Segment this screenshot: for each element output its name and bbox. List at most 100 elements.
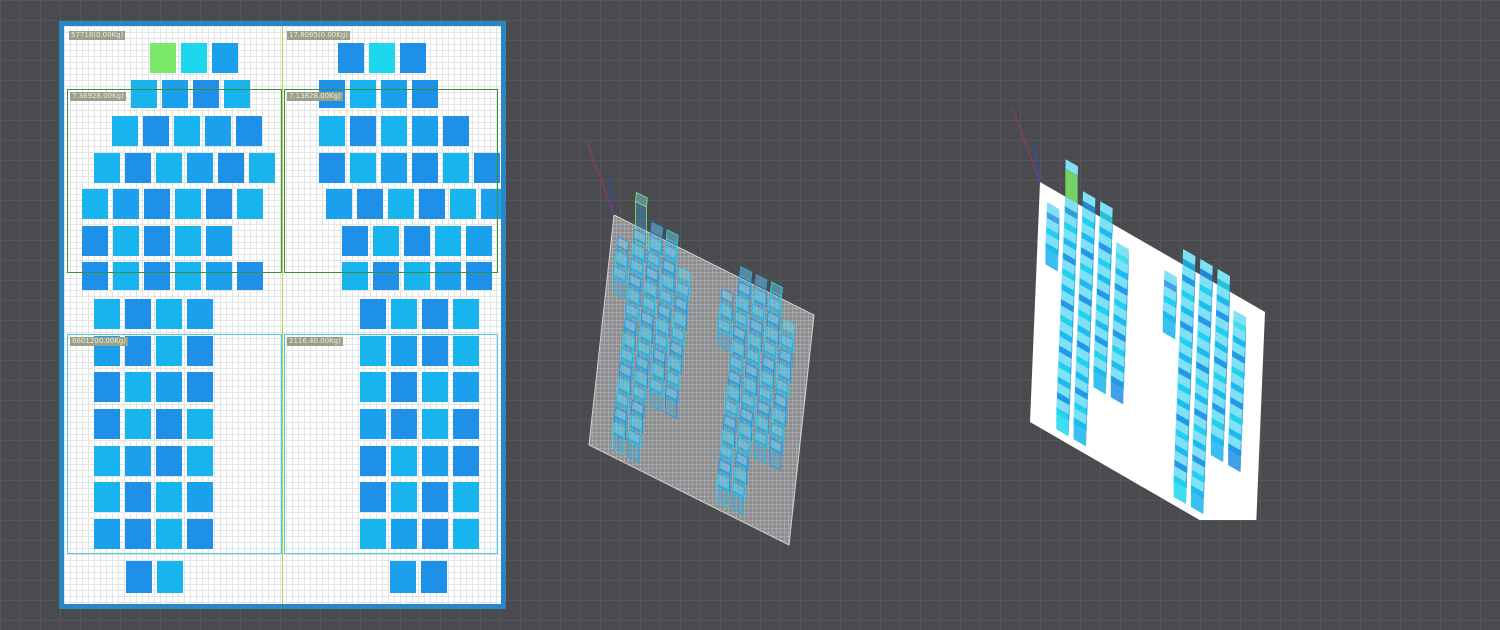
pressure-cell (391, 446, 417, 476)
pressure-cell (360, 519, 386, 549)
pressure-cell (412, 80, 438, 108)
pressure-cell (443, 116, 469, 146)
pressure-cell (412, 116, 438, 146)
pressure-cell (187, 409, 213, 439)
pressure-cell (187, 482, 213, 512)
pressure-cell (435, 262, 461, 290)
pressure-cell (319, 116, 345, 146)
solid-canvas (1011, 106, 1265, 520)
pressure-cell (94, 482, 120, 512)
pressure-cell (94, 372, 120, 402)
pressure-bar (717, 317, 731, 352)
pressure-cell (474, 153, 500, 183)
pressure-cell (143, 116, 169, 146)
pressure-cell (381, 153, 407, 183)
pressure-cell (218, 153, 244, 183)
pressure-cell (156, 299, 182, 329)
pressure-cell (175, 262, 201, 290)
pressure-bar (612, 421, 626, 456)
axis-z-line (585, 139, 615, 216)
pressure-cell (206, 226, 232, 256)
axis-y-line (607, 174, 615, 216)
pressure-cell (435, 226, 461, 256)
pressure-cell (391, 482, 417, 512)
pressure-cell (126, 561, 152, 593)
pressure-cell (481, 189, 501, 219)
pressure-cell (422, 299, 448, 329)
pressure-cell (187, 519, 213, 549)
pressure-cell (187, 336, 213, 366)
pressure-cell (112, 116, 138, 146)
pressure-bar (665, 385, 678, 419)
pressure-cell (156, 409, 182, 439)
pressure-cell (326, 189, 352, 219)
pressure-3d-wireframe-view[interactable] (560, 120, 1040, 570)
pressure-cell (391, 372, 417, 402)
pressure-cell (391, 519, 417, 549)
pressure-cell (236, 116, 262, 146)
pressure-cell (422, 372, 448, 402)
pressure-cell (175, 189, 201, 219)
pressure-cell (125, 409, 151, 439)
pressure-cell (82, 226, 108, 256)
pressure-cell (453, 409, 479, 439)
pressure-cell (360, 299, 386, 329)
pressure-cell (422, 446, 448, 476)
pressure-cell (350, 80, 376, 108)
pressure-cell (187, 446, 213, 476)
pressure-cell (187, 299, 213, 329)
pressure-cell (156, 519, 182, 549)
pressure-cell (156, 482, 182, 512)
pressure-bar (732, 481, 745, 516)
pressure-cell (206, 262, 232, 290)
pressure-cell (422, 409, 448, 439)
pressure-bar (716, 473, 730, 508)
pressure-cell (125, 482, 151, 512)
pressure-cell (181, 43, 207, 73)
pressure-cell (94, 446, 120, 476)
pressure-cell (453, 446, 479, 476)
pressure-cell (237, 262, 263, 290)
pressure-cell (400, 43, 426, 73)
pressure-cell (350, 116, 376, 146)
pressure-cell (156, 446, 182, 476)
pressure-cell (125, 372, 151, 402)
pressure-cell (422, 519, 448, 549)
pressure-cell (144, 189, 170, 219)
pressure-cell (404, 262, 430, 290)
pressure-cell (342, 226, 368, 256)
pressure-cell (187, 153, 213, 183)
pressure-cell (113, 226, 139, 256)
pressure-cell (125, 519, 151, 549)
pressure-cell (388, 189, 414, 219)
pressure-cell (224, 80, 250, 108)
pressure-cell (404, 226, 430, 256)
pressure-cell (113, 262, 139, 290)
pressure-cell (174, 116, 200, 146)
pressure-bar (753, 429, 767, 464)
pressure-cell (131, 80, 157, 108)
pressure-cell (453, 372, 479, 402)
pressure-bar (613, 265, 627, 300)
pressure-cell (205, 116, 231, 146)
pressure-cell (422, 336, 448, 366)
pressure-cell (187, 372, 213, 402)
pressure-cell (156, 372, 182, 402)
pressure-cell (391, 409, 417, 439)
pressure-3d-solid-view[interactable] (990, 90, 1460, 520)
pressure-cell (453, 482, 479, 512)
pressure-cell (466, 226, 492, 256)
pressure-cell (360, 336, 386, 366)
pressure-cell (175, 226, 201, 256)
wireframe-canvas (585, 139, 815, 546)
pressure-cell (360, 482, 386, 512)
pressure-cell (125, 153, 151, 183)
pressure-cell (94, 153, 120, 183)
pressure-cell (381, 80, 407, 108)
pressure-cell (94, 519, 120, 549)
pressure-cell (450, 189, 476, 219)
pressure-map-2d-panel[interactable]: 57718(0.00Kg) 17.8095(0.00Kg) 7.36928.00… (59, 21, 506, 609)
pressure-cell (82, 189, 108, 219)
pressure-cell (443, 153, 469, 183)
pressure-cell (212, 43, 238, 73)
